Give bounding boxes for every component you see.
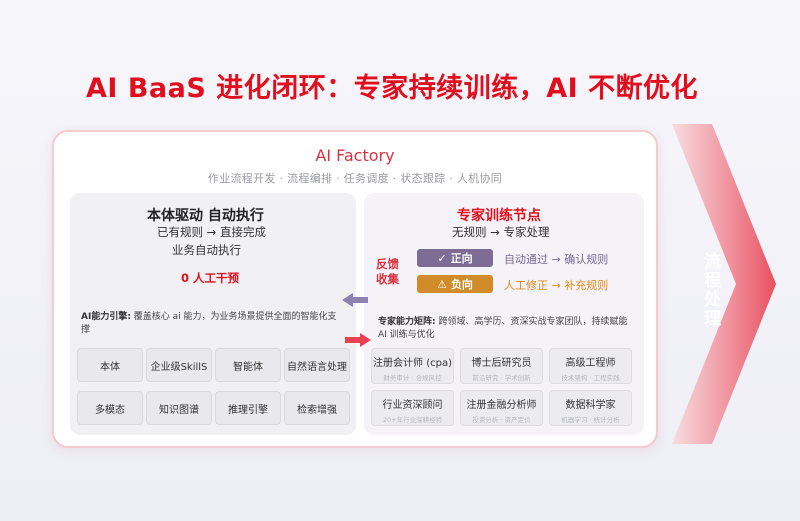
expert-title: 数据科学家 (565, 400, 616, 411)
collection-word: 收集 (376, 272, 399, 286)
capability-chip: 推理引擎 (215, 391, 281, 425)
ai-engine-description: AI能力引擎: 覆盖核心 ai 能力，为业务场景提供全面的智能化支撑 (81, 311, 341, 337)
expert-title: 博士后研究员 (471, 358, 532, 369)
expert-subtitle: 20+年行业深耕经验 (382, 416, 443, 424)
capability-chip: 多模态 (77, 391, 143, 425)
negative-label: 负向 (450, 278, 473, 291)
expert-subtitle: 投资分析 · 资产定价 (472, 416, 531, 424)
negative-feedback-description: 人工修正 → 补充规则 (504, 279, 609, 292)
auto-business-line: 业务自动执行 (172, 243, 241, 257)
expert-training-title: 专家训练节点 (457, 208, 541, 224)
auto-execution-title: 本体驱动 自动执行 (147, 208, 264, 224)
process-handling-label: 流程处理 (700, 252, 720, 328)
negative-feedback-badge: ⚠ 负向 (417, 275, 493, 293)
expert-title: 高级工程师 (565, 358, 616, 369)
expert-subtitle: 财务审计 · 合规风控 (383, 374, 442, 382)
capability-chip: 知识图谱 (146, 391, 212, 425)
capability-chip: 检索增强 (284, 391, 350, 425)
positive-label: 正向 (450, 252, 473, 265)
arrow-right-icon (345, 333, 371, 347)
capability-chip: 本体 (77, 348, 143, 382)
process-chevron-icon (672, 124, 776, 444)
factory-title: AI Factory (315, 146, 395, 165)
factory-subtitle: 作业流程开发 · 流程编排 · 任务调度 · 状态跟踪 · 人机协同 (207, 172, 503, 185)
expert-subtitle: 前沿研究 · 学术创新 (472, 374, 531, 382)
capability-chip: 智能体 (215, 348, 281, 382)
feedback-word: 反馈 (376, 257, 399, 271)
expert-chip: 数据科学家机器学习 · 统计分析 (549, 390, 632, 426)
expert-chip: 博士后研究员 前沿研究 · 学术创新 (460, 348, 543, 384)
ai-engine-label: AI能力引擎: (81, 312, 131, 322)
positive-feedback-badge: ✓ 正向 (417, 249, 493, 267)
expert-chip: 行业资深顾问 20+年行业深耕经验 (371, 390, 454, 426)
expert-chip: 高级工程师技术架构 · 工程实践 (549, 348, 632, 384)
headline: AI BaaS 进化闭环：专家持续训练，AI 不断优化 (86, 73, 699, 104)
auto-rule-line: 已有规则 → 直接完成 (157, 225, 266, 239)
check-icon: ✓ (437, 251, 447, 265)
expert-chip: 注册金融分析师 投资分析 · 资产定价 (460, 390, 543, 426)
positive-feedback-description: 自动通过 → 确认规则 (504, 253, 609, 266)
zero-intervention-label: 0 人工干预 (181, 271, 240, 285)
expert-title: 注册会计师 (cpa) (373, 358, 452, 369)
warning-icon: ⚠ (437, 277, 447, 291)
capability-chip: 自然语言处理 (284, 348, 350, 382)
capability-chip: 企业级SkillS (146, 348, 212, 382)
expert-chip: 注册会计师 (cpa) 财务审计 · 合规风控 (371, 348, 454, 384)
expert-title: 行业资深顾问 (382, 400, 443, 411)
expert-matrix-label: 专家能力矩阵: (378, 317, 436, 327)
expert-rule-line: 无规则 → 专家处理 (452, 225, 550, 239)
expert-title: 注册金融分析师 (466, 400, 537, 411)
expert-subtitle: 技术架构 · 工程实践 (561, 374, 620, 382)
arrow-left-icon (342, 293, 368, 307)
feedback-collection-label: 反馈 收集 (376, 257, 399, 287)
expert-matrix-description: 专家能力矩阵: 跨领域、高学历、资深实战专家团队，持续赋能 AI 训练与优化 (378, 316, 638, 342)
expert-subtitle: 机器学习 · 统计分析 (561, 416, 620, 424)
